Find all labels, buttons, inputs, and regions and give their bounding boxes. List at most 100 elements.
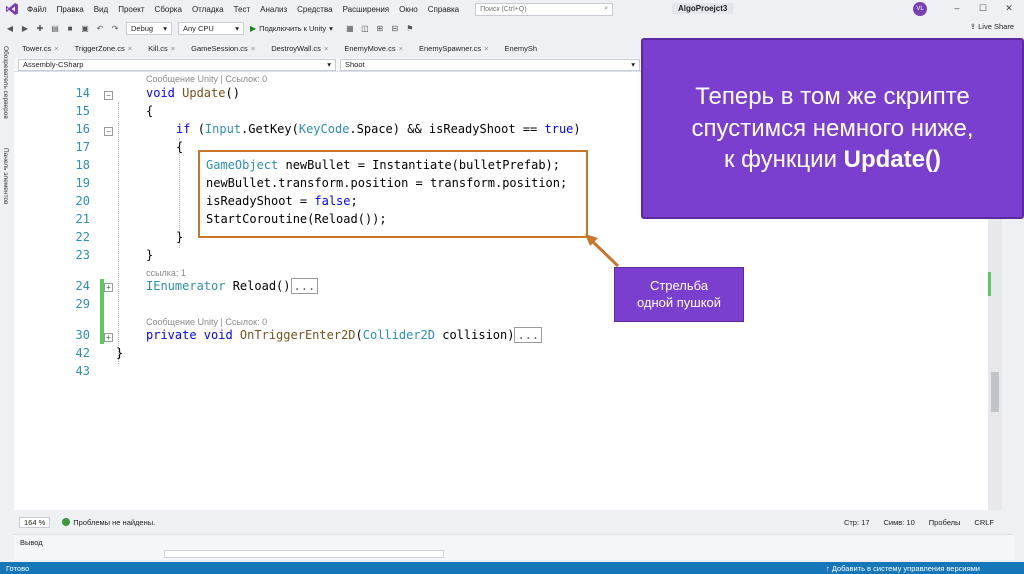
output-source-select[interactable] xyxy=(164,550,444,558)
toolbar-tool-icon[interactable]: ▦ xyxy=(345,23,355,33)
code-token: IEnumerator xyxy=(146,279,226,293)
tab-enemyspawner[interactable]: EnemySpawner.cs × xyxy=(411,42,497,57)
code-line[interactable]: } xyxy=(176,230,183,244)
server-explorer-tab[interactable]: Обозреватель серверов xyxy=(2,46,9,119)
visual-studio-logo-icon xyxy=(6,3,18,15)
codelens-trigger[interactable]: Сообщение Unity | Ссылок: 0 xyxy=(146,317,267,327)
zoom-select[interactable]: 164 % xyxy=(19,516,51,528)
menu-tools[interactable]: Средства xyxy=(297,5,332,14)
search-icon: ⌕ xyxy=(604,5,609,12)
code-line[interactable]: { xyxy=(146,104,153,118)
toolbar-tool-icon[interactable]: ◫ xyxy=(360,23,370,33)
menu-analyze[interactable]: Анализ xyxy=(260,5,287,14)
minimize-icon[interactable]: – xyxy=(944,0,970,16)
code-line[interactable]: { xyxy=(176,140,183,154)
menu-view[interactable]: Вид xyxy=(94,5,108,14)
toolbar-tool-icon[interactable]: ⊟ xyxy=(390,23,400,33)
tab-triggerzone[interactable]: TriggerZone.cs × xyxy=(67,42,141,57)
close-icon[interactable]: × xyxy=(251,44,255,53)
code-token: } xyxy=(116,346,124,360)
expand-toggle-icon[interactable]: + xyxy=(104,333,113,342)
code-token: ( xyxy=(197,122,205,136)
line-number: 14 xyxy=(75,86,90,100)
check-circle-icon xyxy=(62,518,71,526)
close-icon[interactable]: × xyxy=(324,44,328,53)
attach-unity-button[interactable]: ▶ Подключить к Unity ▾ xyxy=(250,24,333,33)
menu-test[interactable]: Тест xyxy=(234,5,251,14)
redo-icon[interactable]: ↷ xyxy=(110,23,120,33)
close-icon[interactable]: × xyxy=(484,44,488,53)
menu-help[interactable]: Справка xyxy=(428,5,459,14)
tab-kill[interactable]: Kill.cs × xyxy=(140,42,183,57)
tab-enemymove[interactable]: EnemyMove.cs × xyxy=(336,42,411,57)
fold-toggle-icon[interactable]: − xyxy=(104,127,113,136)
issues-indicator[interactable]: Проблемы не найдены. xyxy=(62,518,155,527)
codelens-reload[interactable]: ссылка: 1 xyxy=(146,268,186,278)
toolbar-tool-icon[interactable]: ⊞ xyxy=(375,23,385,33)
code-token: ( xyxy=(355,328,363,342)
tab-enemyshoot[interactable]: EnemySh xyxy=(497,42,546,57)
indent-mode[interactable]: Пробелы xyxy=(929,518,961,527)
code-line[interactable]: if (Input.GetKey(KeyCode.Space) && isRea… xyxy=(176,122,581,136)
menu-build[interactable]: Сборка xyxy=(155,5,182,14)
share-icon: ⇪ xyxy=(969,22,979,31)
code-line[interactable]: void Update() xyxy=(146,86,240,100)
member-select[interactable]: Shoot ▾ xyxy=(340,58,640,71)
collapsed-region[interactable]: ... xyxy=(290,278,319,294)
save-all-icon[interactable]: ▣ xyxy=(80,23,90,33)
menu-extensions[interactable]: Расширения xyxy=(343,5,390,14)
close-icon[interactable]: × xyxy=(171,44,175,53)
back-icon[interactable]: ◀ xyxy=(5,23,15,33)
add-to-source-control-button[interactable]: ↑ Добавить в систему управления версиями xyxy=(826,564,980,573)
bookmark-icon[interactable]: ⚑ xyxy=(405,23,415,33)
line-number: 19 xyxy=(75,176,90,190)
new-project-icon[interactable]: ✚ xyxy=(35,23,45,33)
code-line[interactable]: } xyxy=(116,346,123,360)
code-token: Reload() xyxy=(225,279,291,293)
code-line[interactable]: IEnumerator Reload()... xyxy=(146,278,319,294)
member-value: Shoot xyxy=(345,60,365,69)
menu-project[interactable]: Проект xyxy=(118,5,144,14)
tab-label: TriggerZone.cs xyxy=(74,44,125,53)
line-number: 22 xyxy=(75,230,90,244)
menu-debug[interactable]: Отладка xyxy=(192,5,224,14)
menu-edit[interactable]: Правка xyxy=(57,5,84,14)
search-input[interactable]: Поиск (Ctrl+Q) ⌕ xyxy=(475,2,614,16)
project-select[interactable]: Assembly-CSharp ▾ xyxy=(18,58,336,71)
side-tool-strip: Обозреватель серверов Панель элементов xyxy=(0,42,14,510)
close-icon[interactable]: × xyxy=(128,44,132,53)
tab-destroywall[interactable]: DestroyWall.cs × xyxy=(263,42,336,57)
code-line[interactable]: private void OnTriggerEnter2D(Collider2D… xyxy=(146,327,543,343)
output-title: Вывод xyxy=(20,538,43,547)
code-token: Collider2D xyxy=(362,328,435,342)
fold-toggle-icon[interactable]: − xyxy=(104,91,113,100)
save-icon[interactable]: ■ xyxy=(65,23,75,33)
close-icon[interactable]: × xyxy=(399,44,403,53)
forward-icon[interactable]: ▶ xyxy=(20,23,30,33)
maximize-icon[interactable]: ☐ xyxy=(970,0,996,16)
close-icon[interactable]: ✕ xyxy=(996,0,1022,16)
configuration-select[interactable]: Debug ▾ xyxy=(126,21,172,35)
line-number: 29 xyxy=(75,297,90,311)
menu-file[interactable]: Файл xyxy=(27,5,47,14)
code-line[interactable]: } xyxy=(146,248,153,262)
tab-gamesession[interactable]: GameSession.cs × xyxy=(183,42,263,57)
avatar[interactable]: VL xyxy=(913,2,927,16)
line-ending[interactable]: CRLF xyxy=(974,518,994,527)
code-token: if xyxy=(176,122,198,136)
platform-select[interactable]: Any CPU ▾ xyxy=(178,21,244,35)
close-icon[interactable]: × xyxy=(54,44,58,53)
toolbox-tab[interactable]: Панель элементов xyxy=(2,148,9,205)
collapsed-region[interactable]: ... xyxy=(514,327,543,343)
live-share-button[interactable]: ⇪ Live Share xyxy=(970,22,1014,31)
undo-icon[interactable]: ↶ xyxy=(95,23,105,33)
scrollbar-thumb[interactable] xyxy=(991,372,999,412)
expand-toggle-icon[interactable]: + xyxy=(104,283,113,292)
chevron-down-icon: ▾ xyxy=(235,23,239,33)
menu-window[interactable]: Окно xyxy=(399,5,418,14)
open-folder-icon[interactable]: ▤ xyxy=(50,23,60,33)
codelens-update[interactable]: Сообщение Unity | Ссылок: 0 xyxy=(146,74,267,84)
callout-line-2: спустимся немного ниже, xyxy=(691,114,974,142)
tab-tower[interactable]: Tower.cs × xyxy=(14,42,67,57)
line-number: 15 xyxy=(75,104,90,118)
